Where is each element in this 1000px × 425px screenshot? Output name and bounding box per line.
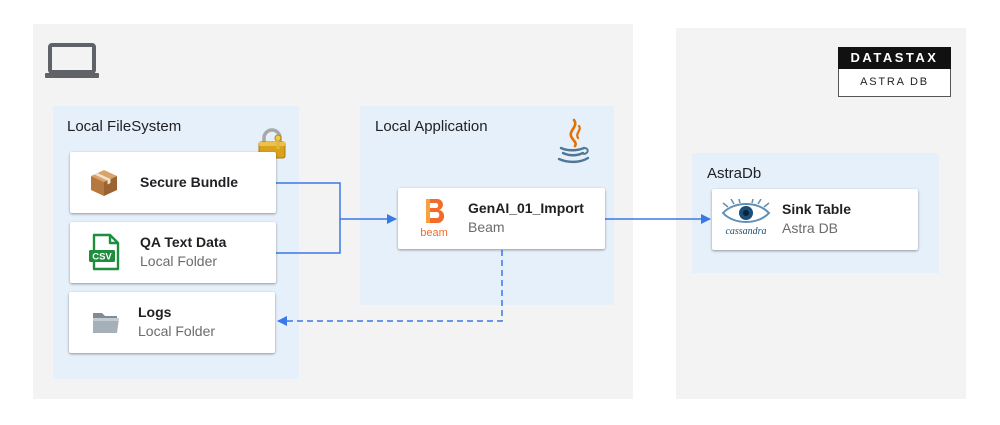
node-genai-import[interactable]: beam GenAI_01_Import Beam (398, 188, 605, 249)
csv-icon-text: CSV (92, 252, 112, 263)
node-qa-text-data[interactable]: CSV QA Text Data Local Folder (70, 222, 276, 283)
connector-bundle-to-import (276, 182, 397, 224)
node-title: Logs (138, 304, 172, 320)
node-logs[interactable]: Logs Local Folder (69, 292, 275, 353)
beam-icon-text: beam (420, 227, 448, 239)
connector-qa-to-import (276, 219, 341, 254)
node-subtitle: Local Folder (138, 323, 216, 339)
node-subtitle: Local Folder (140, 253, 218, 269)
node-secure-bundle[interactable]: Secure Bundle (70, 152, 276, 213)
node-title: Sink Table (782, 201, 851, 217)
cassandra-eye-icon: cassandra (721, 199, 771, 237)
node-title: GenAI_01_Import (468, 200, 584, 216)
cassandra-icon-text: cassandra (725, 226, 766, 237)
node-title: Secure Bundle (140, 174, 239, 190)
node-title: QA Text Data (140, 234, 227, 250)
connector-import-to-logs (277, 250, 503, 326)
package-box-icon (91, 170, 117, 196)
node-sink-table[interactable]: cassandra Sink Table Astra DB (712, 189, 918, 250)
node-subtitle: Beam (468, 219, 505, 235)
csv-file-icon: CSV (89, 233, 120, 271)
beam-icon: beam (420, 199, 448, 239)
node-subtitle: Astra DB (782, 220, 839, 236)
folder-icon (93, 313, 119, 333)
